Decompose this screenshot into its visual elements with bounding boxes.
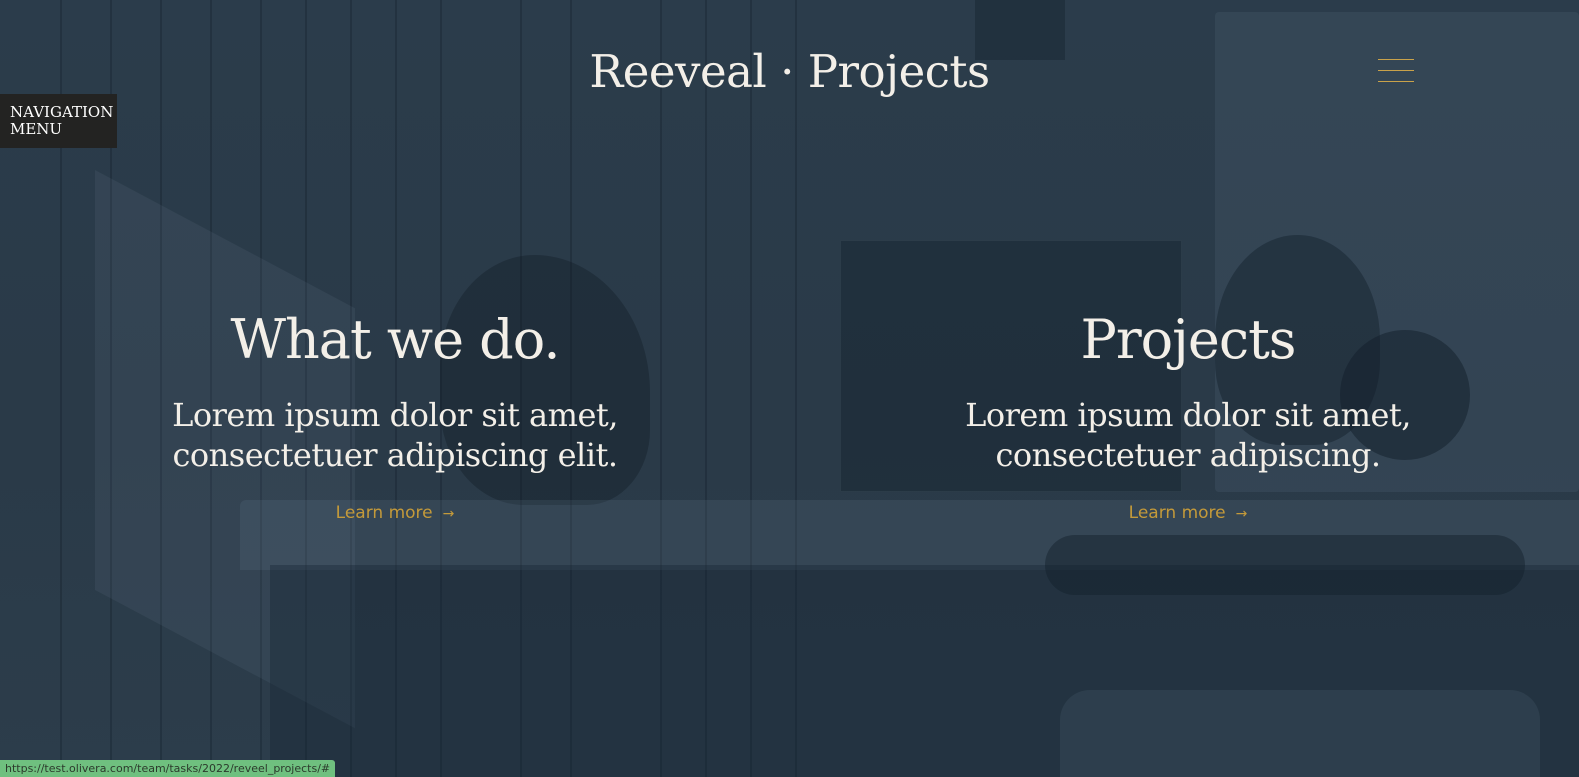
hamburger-icon-line <box>1378 70 1414 71</box>
section-body-line: Lorem ipsum dolor sit amet, <box>172 396 618 434</box>
section-title: Projects <box>1080 308 1296 371</box>
learn-more-link[interactable]: Learn more → <box>336 501 455 526</box>
arrow-right-icon: → <box>442 506 455 522</box>
section-body-line: Lorem ipsum dolor sit amet, <box>965 396 1411 434</box>
learn-more-label: Learn more <box>335 503 433 523</box>
navigation-menu-label-line1: NAVIGATION <box>10 103 114 121</box>
hamburger-icon-line <box>1378 81 1414 82</box>
learn-more-label: Learn more <box>1128 503 1226 523</box>
navigation-menu-label-line2: MENU <box>10 120 63 138</box>
section-title: What we do. <box>230 308 561 371</box>
section-body-line: consectetuer adipiscing elit. <box>172 436 618 474</box>
section-body-line: consectetuer adipiscing. <box>995 436 1381 474</box>
section-body: Lorem ipsum dolor sit amet, consectetuer… <box>155 395 635 475</box>
navigation-menu-tab[interactable]: NAVIGATION MENU <box>0 94 117 148</box>
section-body: Lorem ipsum dolor sit amet, consectetuer… <box>948 395 1428 475</box>
section-projects: Projects Lorem ipsum dolor sit amet, con… <box>948 305 1428 526</box>
hamburger-menu-button[interactable] <box>1378 58 1414 84</box>
hamburger-icon-line <box>1378 59 1414 60</box>
site-logo[interactable]: Reeveal · Projects <box>0 42 1579 102</box>
browser-status-url: https://test.olivera.com/team/tasks/2022… <box>0 760 336 777</box>
arrow-right-icon: → <box>1235 506 1248 522</box>
learn-more-link[interactable]: Learn more → <box>1129 501 1248 526</box>
section-what-we-do: What we do. Lorem ipsum dolor sit amet, … <box>155 305 635 526</box>
